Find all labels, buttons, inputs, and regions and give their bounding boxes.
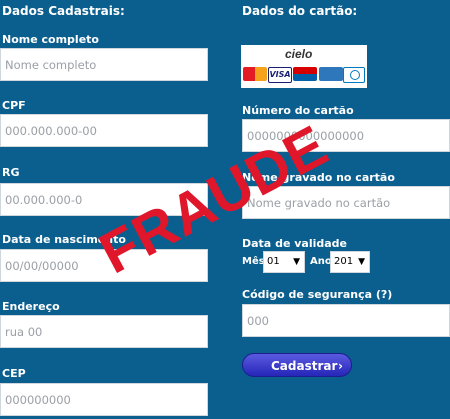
rg-label: RG bbox=[2, 166, 20, 179]
personal-section-title: Dados Cadastrais: bbox=[2, 4, 125, 18]
card-section-title: Dados do cartão: bbox=[242, 4, 358, 18]
full-name-label: Nome completo bbox=[2, 33, 99, 46]
mastercard-icon bbox=[243, 67, 267, 81]
year-label: Ano bbox=[310, 256, 332, 267]
full-name-input[interactable]: Nome completo bbox=[0, 48, 208, 81]
dropdown-arrow-icon: ▼ bbox=[293, 257, 300, 267]
month-label: Mês bbox=[242, 256, 265, 267]
year-select[interactable]: 201 ▼ bbox=[330, 251, 370, 273]
chevron-right-icon: › bbox=[338, 359, 343, 373]
card-number-label: Número do cartão bbox=[242, 104, 354, 117]
maestro-icon bbox=[293, 67, 317, 81]
cep-label: CEP bbox=[2, 367, 26, 380]
cvv-input[interactable]: 000 bbox=[242, 304, 450, 337]
cep-input[interactable]: 000000000 bbox=[0, 383, 208, 416]
diners-club-icon bbox=[343, 67, 365, 83]
cvv-label: Código de segurança (?) bbox=[242, 288, 393, 301]
submit-label: Cadastrar bbox=[271, 359, 338, 373]
cpf-label: CPF bbox=[2, 99, 26, 112]
address-label: Endereço bbox=[2, 300, 60, 313]
month-value: 01 bbox=[267, 256, 280, 267]
amex-icon bbox=[319, 67, 343, 81]
dropdown-arrow-icon: ▼ bbox=[358, 257, 365, 267]
address-input[interactable]: rua 00 bbox=[0, 315, 208, 348]
visa-icon: VISA bbox=[268, 67, 292, 83]
submit-button[interactable]: Cadastrar › bbox=[242, 353, 352, 377]
cpf-input[interactable]: 000.000.000-00 bbox=[0, 114, 208, 147]
expiry-label: Data de validade bbox=[242, 237, 347, 250]
year-value: 201 bbox=[334, 256, 354, 267]
cielo-logo: cielo bbox=[285, 47, 313, 61]
month-select[interactable]: 01 ▼ bbox=[263, 251, 305, 273]
card-brands-logo: cielo VISA bbox=[241, 45, 367, 88]
